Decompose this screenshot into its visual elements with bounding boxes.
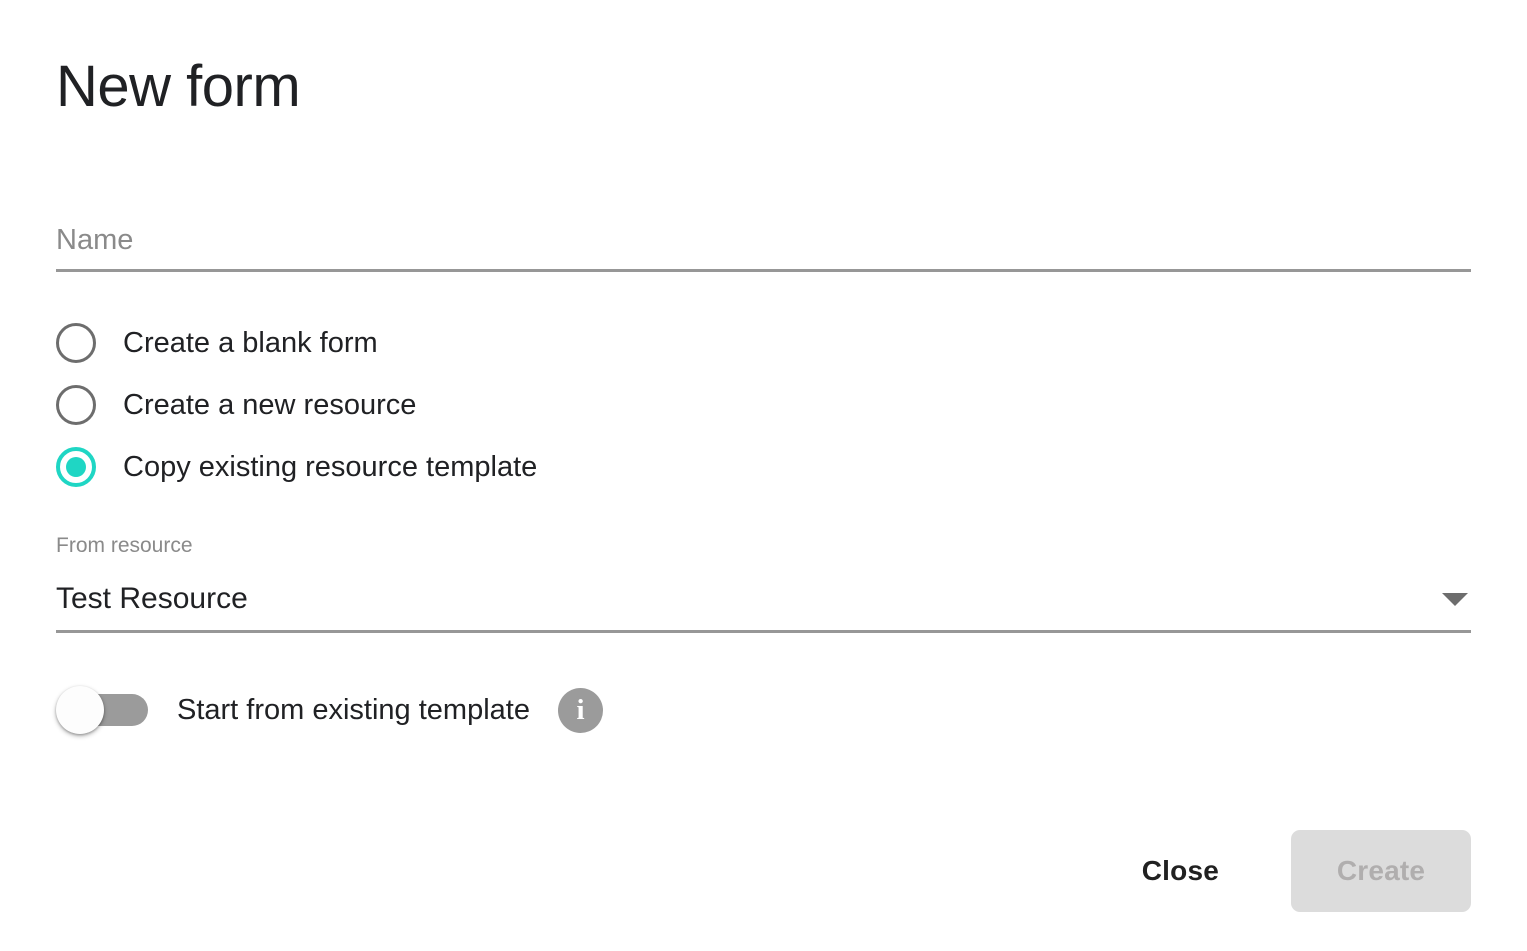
close-button[interactable]: Close xyxy=(1132,841,1229,901)
chevron-down-icon xyxy=(1442,592,1468,606)
radio-option-copy-existing-resource-template[interactable]: Copy existing resource template xyxy=(56,444,537,490)
radio-option-create-new-resource[interactable]: Create a new resource xyxy=(56,382,416,428)
radio-option-label: Copy existing resource template xyxy=(123,451,538,483)
radio-circle-icon xyxy=(56,447,96,487)
name-field xyxy=(56,212,1471,272)
radio-option-label: Create a blank form xyxy=(123,327,378,359)
from-resource-selected-value: Test Resource xyxy=(56,582,248,615)
radio-dot-icon xyxy=(66,333,86,353)
start-from-existing-template-row: Start from existing template i xyxy=(56,686,603,734)
start-from-existing-template-toggle[interactable] xyxy=(56,686,148,734)
dialog-footer: Close Create xyxy=(0,828,1471,914)
toggle-label: Start from existing template xyxy=(177,693,530,726)
name-field-underline xyxy=(56,269,1471,272)
creation-mode-radio-group: Create a blank form Create a new resourc… xyxy=(56,320,956,490)
new-form-dialog: New form Create a blank form Create a ne… xyxy=(0,0,1527,951)
radio-option-label: Create a new resource xyxy=(123,389,417,421)
name-input[interactable] xyxy=(56,212,1471,268)
radio-circle-icon xyxy=(56,323,96,363)
from-resource-caption: From resource xyxy=(56,534,193,557)
radio-circle-icon xyxy=(56,385,96,425)
radio-dot-icon xyxy=(66,457,86,477)
radio-option-create-blank-form[interactable]: Create a blank form xyxy=(56,320,378,366)
from-resource-select-trigger[interactable]: Test Resource xyxy=(56,572,1471,626)
create-button[interactable]: Create xyxy=(1291,830,1471,912)
from-resource-select: From resource Test Resource xyxy=(56,533,1471,633)
radio-dot-icon xyxy=(66,395,86,415)
from-resource-underline xyxy=(56,630,1471,633)
toggle-knob xyxy=(56,686,104,734)
page-title: New form xyxy=(56,54,301,119)
info-icon[interactable]: i xyxy=(557,687,603,733)
